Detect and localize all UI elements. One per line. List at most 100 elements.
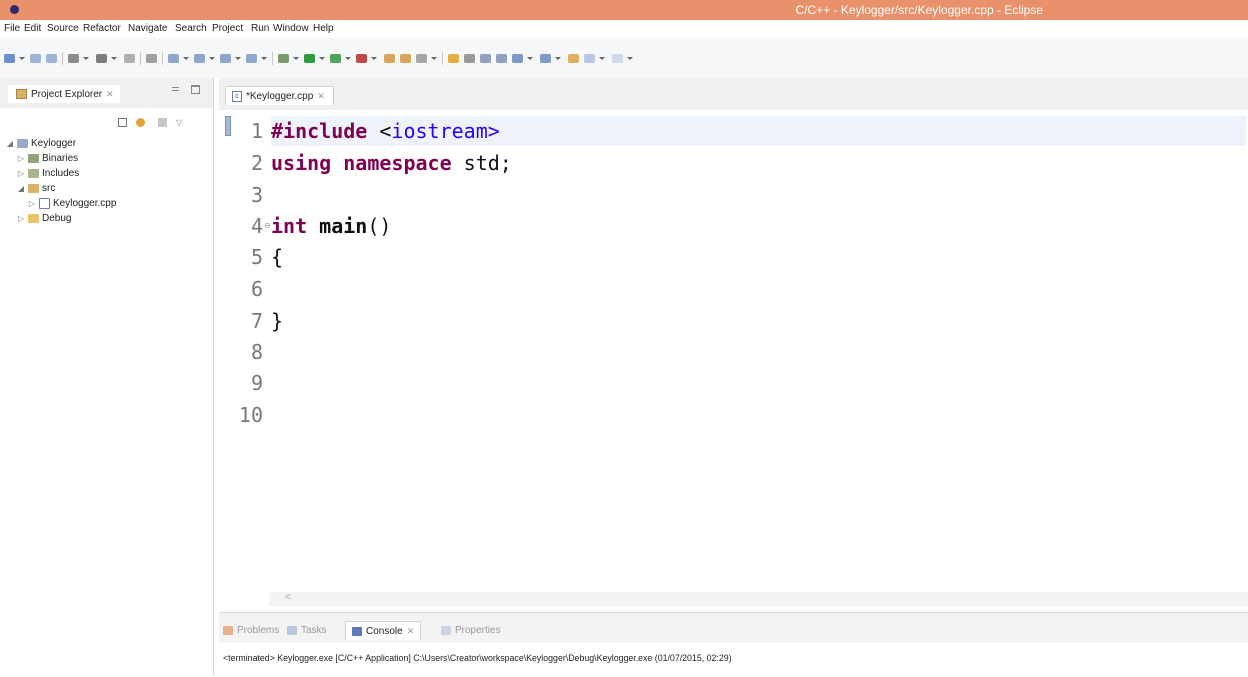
line-number: 9	[250, 371, 263, 395]
mark-occurrences-icon[interactable]	[448, 54, 459, 63]
close-icon[interactable]: ✕	[407, 626, 415, 637]
code-line-4[interactable]: int main()	[271, 211, 391, 241]
project-explorer-tab[interactable]: Project Explorer ✕	[8, 85, 120, 103]
tab-label: Console	[366, 625, 403, 637]
debug-icon[interactable]	[278, 54, 299, 63]
binaries-icon	[28, 154, 39, 163]
menu-run[interactable]: Run	[251, 23, 269, 34]
word-wrap-icon[interactable]	[496, 54, 507, 63]
last-edit-icon[interactable]	[568, 54, 579, 63]
function-name: main	[319, 214, 368, 238]
annotation-icon[interactable]	[416, 54, 437, 63]
keyword: int	[271, 214, 308, 238]
tree-item-label: Keylogger	[31, 138, 77, 149]
menu-navigate[interactable]: Navigate	[128, 23, 167, 34]
tree-item-label: Keylogger.cpp	[53, 198, 117, 209]
tree-item-label: Debug	[42, 213, 72, 224]
expand-icon[interactable]: ▷	[17, 214, 25, 223]
code-line-1[interactable]: #include <iostream>	[271, 116, 500, 146]
new-icon[interactable]	[4, 54, 25, 63]
menu-project[interactable]: Project	[212, 23, 243, 34]
project-explorer-view: Project Explorer ✕ ▽ ◢ Keylogger ▷ Binar…	[0, 78, 214, 676]
code-line-2[interactable]: using namespace std;	[271, 148, 512, 178]
line-number: 2	[250, 151, 263, 175]
tree-item-binaries[interactable]: ▷ Binaries	[17, 151, 78, 166]
close-icon[interactable]: ✕	[317, 91, 325, 102]
expand-icon[interactable]: ▷	[17, 169, 25, 178]
link-with-editor-icon[interactable]	[136, 118, 145, 127]
tab-label: Properties	[455, 624, 501, 636]
back-icon[interactable]	[584, 54, 605, 63]
overview-marker	[225, 116, 231, 136]
save-icon[interactable]	[30, 54, 41, 63]
menu-edit[interactable]: Edit	[24, 23, 41, 34]
close-icon[interactable]: ✕	[106, 89, 114, 100]
code-text: <	[367, 119, 392, 143]
expand-icon[interactable]: ◢	[6, 139, 14, 148]
title-bar: C/C++ - Keylogger/src/Keylogger.cpp - Ec…	[0, 0, 1248, 20]
tab-label: Tasks	[301, 624, 327, 636]
external-tools-icon[interactable]	[356, 54, 377, 63]
line-number-ruler: 1 2 3 4 ⊖ 5 6 7 8 9 10	[233, 110, 271, 600]
keyword: using	[271, 151, 332, 175]
new-folder-icon[interactable]	[194, 54, 215, 63]
clean-icon[interactable]	[124, 54, 135, 63]
collapse-all-icon[interactable]	[118, 118, 127, 127]
menu-help[interactable]: Help	[313, 23, 334, 34]
problems-icon	[223, 625, 233, 635]
new-class-icon[interactable]	[220, 54, 241, 63]
window-title: C/C++ - Keylogger/src/Keylogger.cpp - Ec…	[795, 3, 1043, 17]
tree-item-src[interactable]: ◢ src	[17, 181, 55, 196]
filter-icon[interactable]	[158, 118, 167, 127]
code-line-7[interactable]: }	[271, 306, 283, 336]
new-project-icon[interactable]	[168, 54, 189, 63]
editor-tab-keylogger-cpp[interactable]: c *Keylogger.cpp ✕	[225, 86, 334, 105]
view-menu-icon[interactable]: ▽	[176, 118, 182, 127]
expand-icon[interactable]: ▷	[17, 154, 25, 163]
tab-properties[interactable]: Properties	[441, 621, 501, 639]
toggle-block-icon[interactable]	[464, 54, 475, 63]
tree-item-keylogger-cpp[interactable]: ▷ Keylogger.cpp	[28, 196, 116, 211]
open-type-icon[interactable]	[384, 54, 395, 63]
expand-icon[interactable]: ◢	[17, 184, 25, 193]
build-icon[interactable]	[96, 54, 117, 63]
run-icon[interactable]	[304, 54, 325, 63]
includes-icon	[28, 169, 39, 178]
menu-file[interactable]: File	[4, 23, 20, 34]
menu-search[interactable]: Search	[175, 23, 207, 34]
debug-perspective-icon[interactable]	[146, 54, 157, 63]
next-annotation-icon[interactable]	[512, 54, 533, 63]
menu-window[interactable]: Window	[273, 23, 309, 34]
tree-item-debug[interactable]: ▷ Debug	[17, 211, 72, 226]
folder-icon	[28, 184, 39, 193]
console-output: <terminated> Keylogger.exe [C/C++ Applic…	[223, 653, 732, 663]
build-configuration-icon[interactable]	[68, 54, 89, 63]
maximize-icon[interactable]	[191, 85, 200, 94]
scroll-left-icon[interactable]: <	[285, 592, 291, 603]
minimize-icon[interactable]	[172, 87, 179, 91]
show-whitespace-icon[interactable]	[480, 54, 491, 63]
search-icon[interactable]	[400, 54, 411, 63]
properties-icon	[441, 625, 451, 635]
tasks-icon	[287, 625, 297, 635]
tree-item-includes[interactable]: ▷ Includes	[17, 166, 79, 181]
tab-tasks[interactable]: Tasks	[287, 621, 327, 639]
cpp-file-icon	[39, 198, 50, 209]
profile-icon[interactable]	[330, 54, 351, 63]
code-line-5[interactable]: {	[271, 242, 283, 272]
save-all-icon[interactable]	[46, 54, 57, 63]
open-element-icon[interactable]	[246, 54, 267, 63]
previous-annotation-icon[interactable]	[540, 54, 561, 63]
tab-problems[interactable]: Problems	[223, 621, 279, 639]
horizontal-scrollbar[interactable]: <	[269, 592, 1248, 606]
expand-icon[interactable]: ▷	[28, 199, 36, 208]
tab-console[interactable]: Console ✕	[345, 621, 422, 640]
forward-icon[interactable]	[612, 54, 633, 63]
menu-refactor[interactable]: Refactor	[83, 23, 121, 34]
line-number: 7	[250, 309, 263, 333]
menu-source[interactable]: Source	[47, 23, 79, 34]
code-text: std;	[451, 151, 512, 175]
line-number: 5	[250, 245, 263, 269]
tree-item-keylogger[interactable]: ◢ Keylogger	[6, 136, 76, 151]
project-explorer-title: Project Explorer	[31, 88, 103, 100]
